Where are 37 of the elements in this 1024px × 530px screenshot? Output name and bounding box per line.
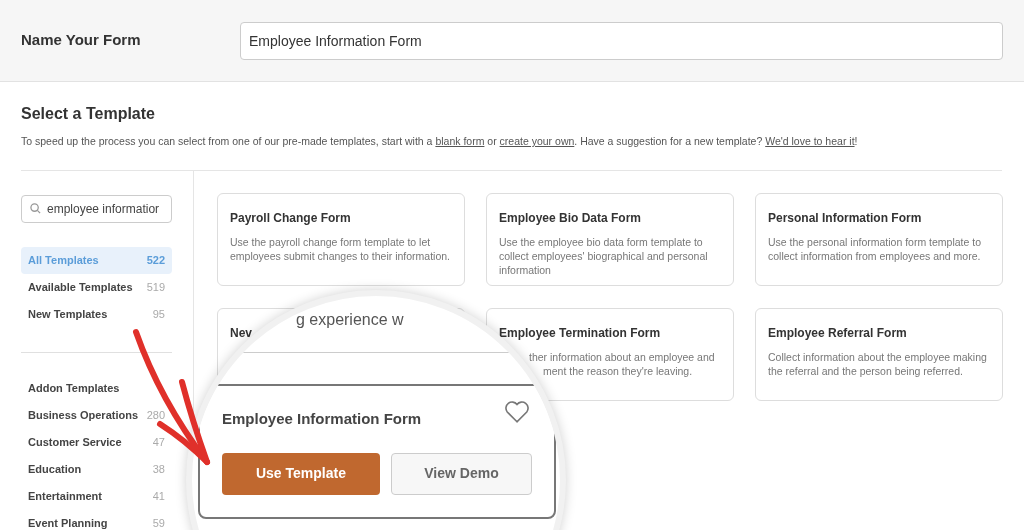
search-field[interactable]: employee informatior: [21, 194, 172, 223]
card-title: Employee Referral Form: [768, 324, 908, 342]
card-title: Personal Information Form: [768, 209, 923, 227]
template-card[interactable]: Personal Information Form Use the personal information form template to collect information from employees and more.: [755, 192, 1003, 286]
card-title: Employee Termination Form: [499, 324, 662, 342]
form-name-field[interactable]: Employee Information Form: [240, 21, 1003, 60]
zoomed-text: g experience w: [296, 310, 404, 330]
filter-item[interactable]: New Templates 95: [21, 300, 172, 328]
card-title: Employee Bio Data Form: [499, 209, 643, 227]
card-description: ment the reason they're leaving.: [542, 363, 694, 378]
search-icon: [30, 203, 41, 215]
text-link[interactable]: We'd love to hear it: [765, 135, 855, 147]
category-item[interactable]: Event Planning 59: [21, 509, 172, 530]
use-template-button[interactable]: Use Template: [222, 452, 380, 495]
template-card[interactable]: Payroll Change Form Use the payroll change form template to let employees submit changes to their information.: [217, 192, 465, 286]
card-description: ther information about an employee and: [528, 349, 716, 364]
card-description: Use the employee bio data form template to collect employees' biographical and personal information: [499, 234, 709, 277]
template-card[interactable]: Employee Referral Form Collect information about the employee making the referral and the person being referred.: [755, 307, 1003, 401]
card-title: Employee Information Form: [222, 409, 422, 429]
heart-icon[interactable]: [504, 400, 530, 424]
category-item[interactable]: Customer Service 47: [21, 428, 172, 456]
card-title: Nev: [230, 324, 253, 342]
category-item[interactable]: Business Operations 280: [21, 401, 172, 429]
filter-item[interactable]: Available Templates 519: [21, 273, 172, 301]
field-label: Name Your Form: [21, 30, 142, 51]
card-description: Use the payroll change form template to let employees submit changes to their information.: [230, 234, 452, 263]
card-description: Use the personal information form template to collect information from employees and more.: [768, 234, 983, 263]
template-card[interactable]: Employee Bio Data Form Use the employee bio data form template to collect employees' biographical and personal information: [486, 192, 734, 286]
category-item[interactable]: Entertainment 41: [21, 482, 172, 510]
section-title: Select a Template: [21, 104, 156, 124]
view-demo-button[interactable]: View Demo: [390, 452, 532, 495]
category-item[interactable]: Education 38: [21, 455, 172, 483]
category-item[interactable]: Addon Templates: [21, 374, 172, 402]
text-link[interactable]: blank form: [435, 135, 485, 147]
card-description: Collect information about the employee making the referral and the person being referred.: [768, 349, 988, 378]
card-title: Payroll Change Form: [230, 209, 352, 227]
section-description: To speed up the process you can select from one of our pre-made templates, start with a blank form or create your own. Have a suggestion for a new template? We'd love to hear it!: [21, 134, 859, 149]
